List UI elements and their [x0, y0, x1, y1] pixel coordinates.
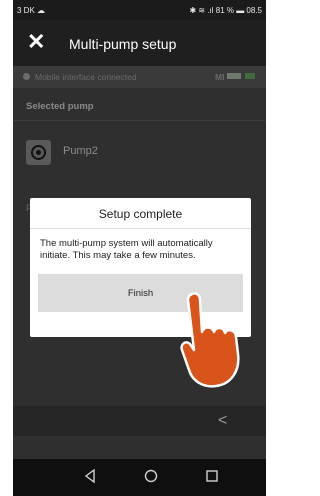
divider: [13, 120, 266, 121]
bottom-back-bar: <: [13, 406, 266, 436]
app-title: Multi-pump setup: [69, 36, 177, 52]
nav-back-icon[interactable]: [83, 469, 97, 483]
status-bar: 3 DK ☁ ✱ ≋ .ıl 81 % ▬ 08.5: [13, 0, 266, 20]
status-right: ✱ ≋ .ıl 81 % ▬ 08.5: [189, 6, 262, 15]
nav-home-icon[interactable]: [144, 469, 158, 483]
dialog-title: Setup complete: [98, 207, 183, 221]
selected-pump-label: Selected pump: [26, 101, 94, 112]
status-led-icon: [245, 73, 255, 79]
connection-text: Mobile interface connected: [35, 72, 137, 82]
nav-recent-apps-icon[interactable]: [205, 469, 219, 483]
pump-name: Pump2: [63, 145, 98, 157]
status-left: 3 DK ☁: [17, 6, 46, 15]
pump-icon: [26, 140, 51, 165]
mi-label: MI: [215, 72, 225, 82]
connection-check-icon: [23, 73, 30, 80]
close-icon[interactable]: ✕: [27, 31, 47, 53]
app-bar: ✕ Multi-pump setup: [13, 20, 266, 66]
connection-row: Mobile interface connected MI: [13, 66, 266, 88]
pointing-hand-icon: [180, 292, 240, 388]
phone-screen: 3 DK ☁ ✱ ≋ .ıl 81 % ▬ 08.5 ✕ Multi-pump …: [13, 0, 266, 496]
back-arrow-icon[interactable]: <: [218, 412, 227, 430]
system-nav-bar: [13, 459, 266, 496]
dialog-message: The multi-pump system will automatically…: [40, 238, 213, 261]
battery-icon: [227, 73, 241, 79]
dialog-divider: [30, 228, 251, 229]
